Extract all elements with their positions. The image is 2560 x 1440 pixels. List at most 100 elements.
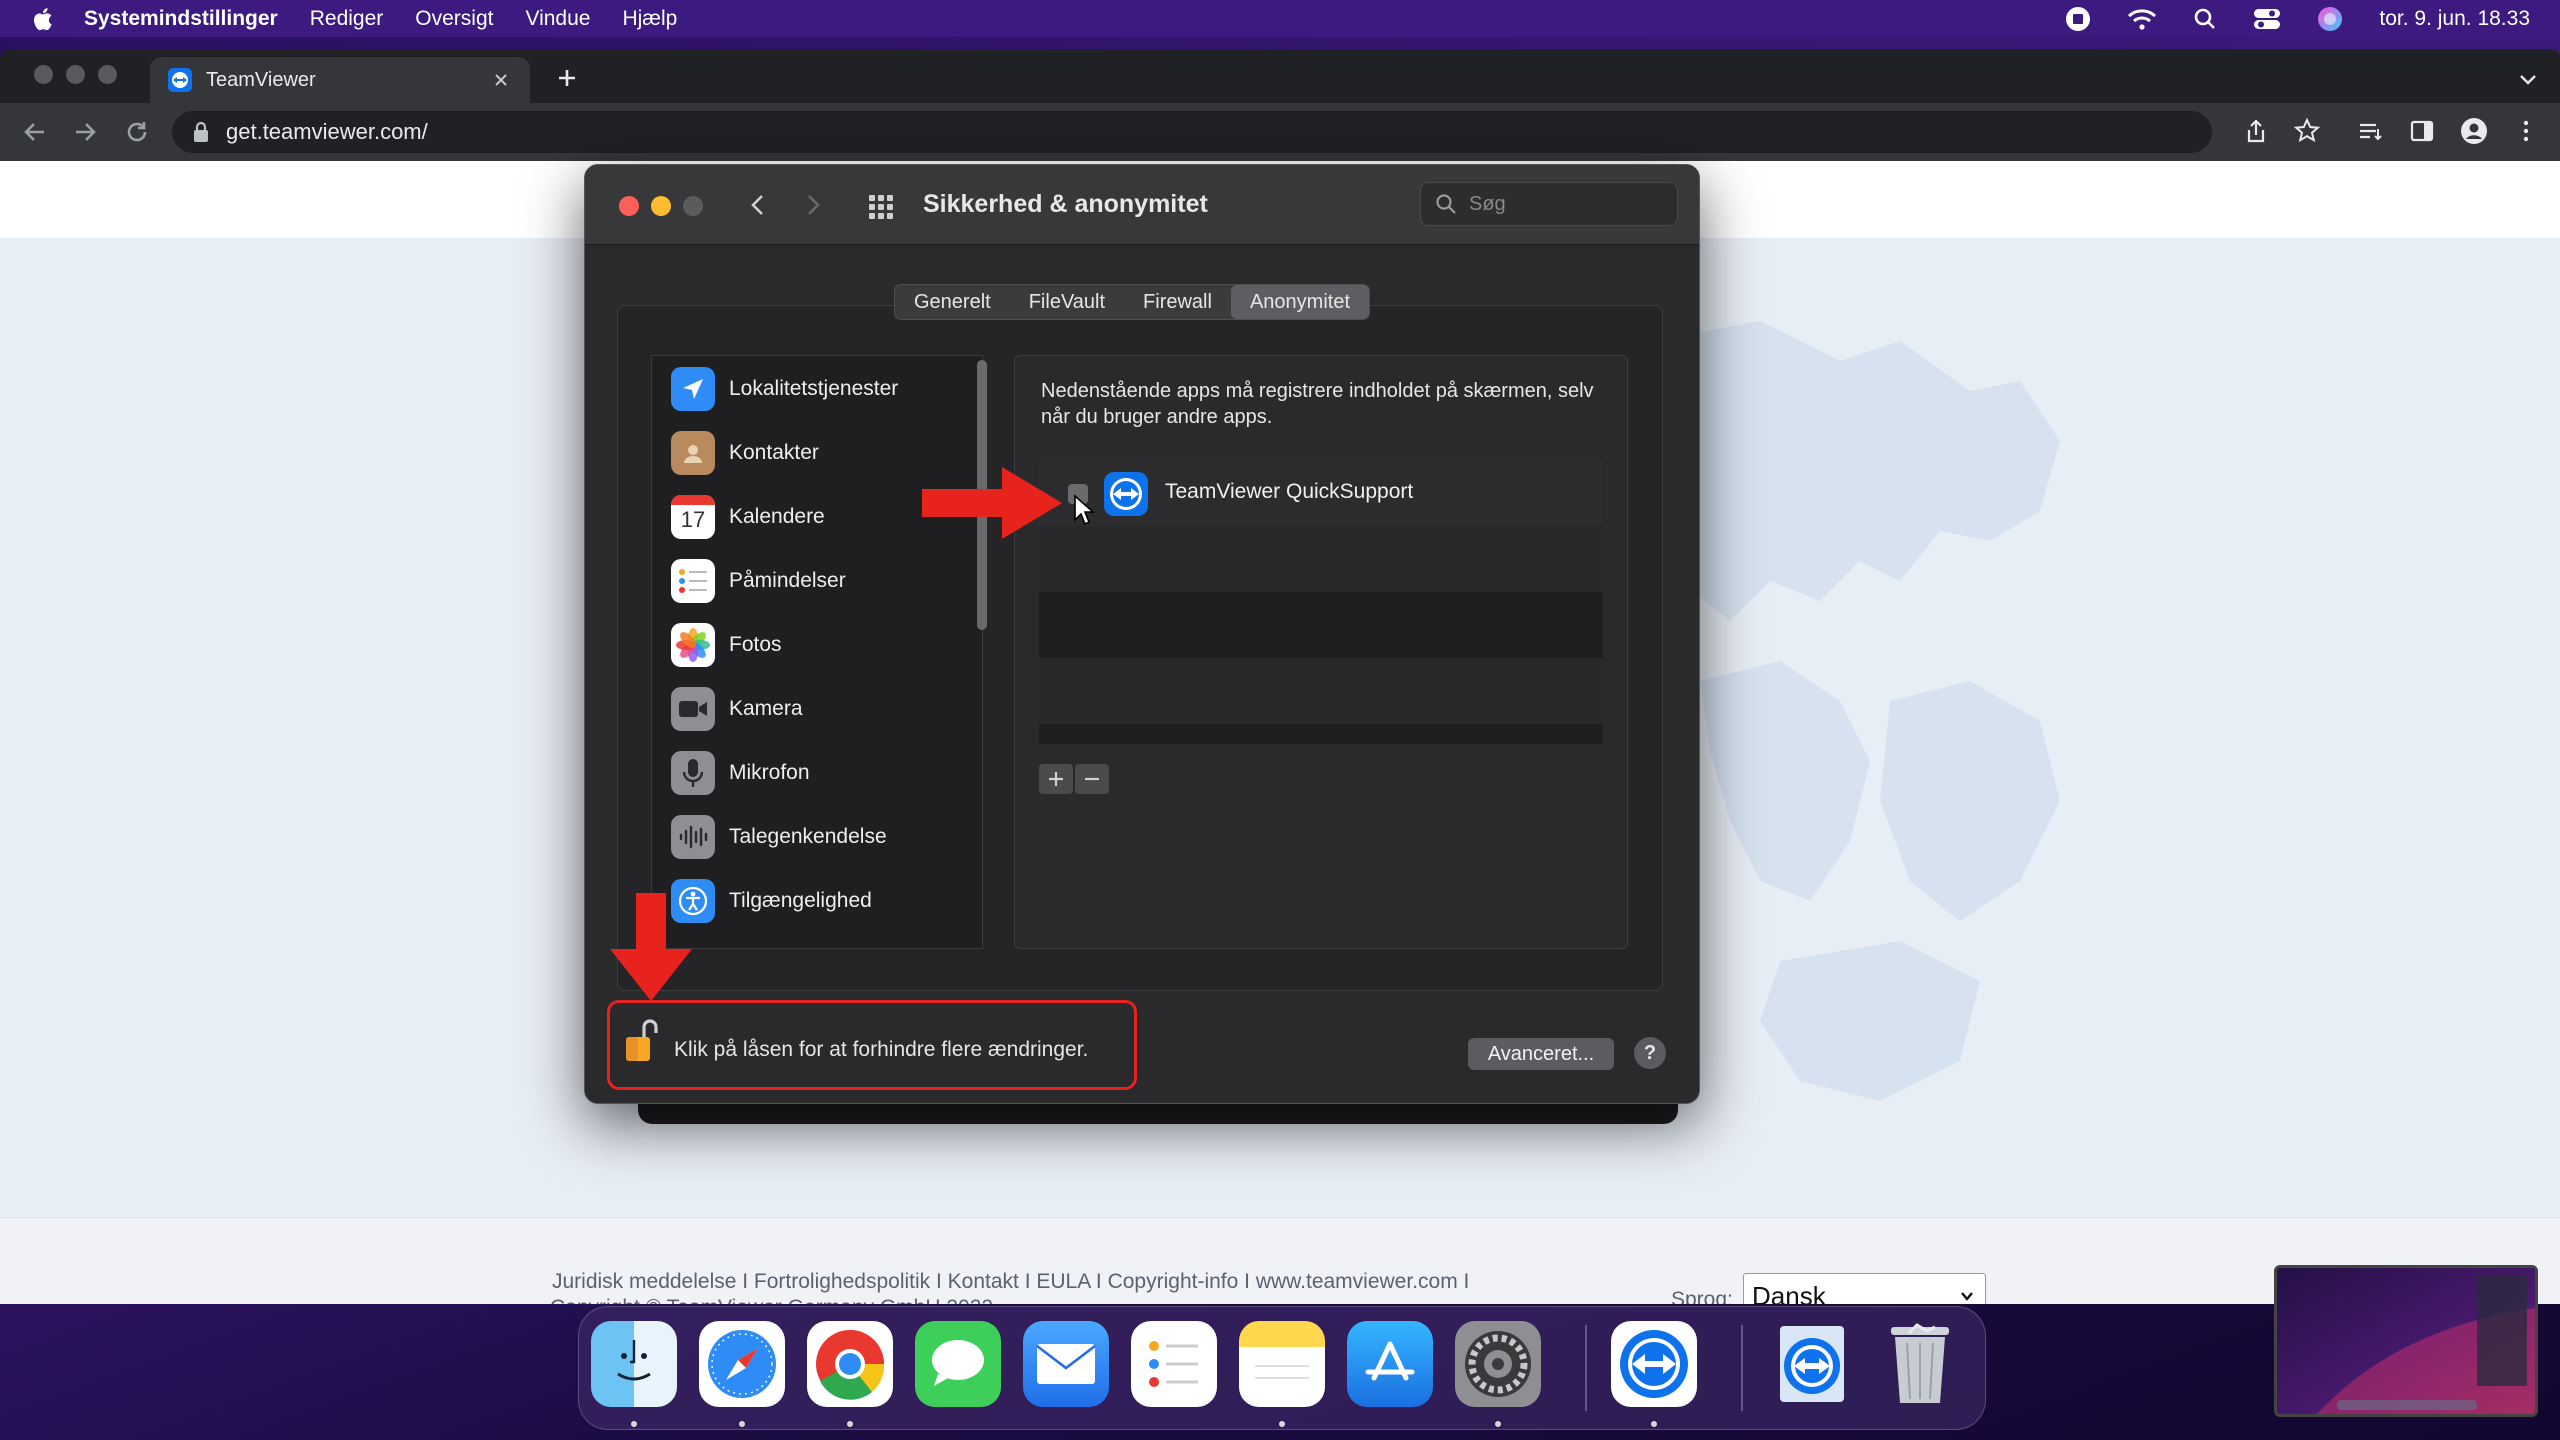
camera-icon (671, 687, 715, 731)
sidebar-item-camera[interactable]: Kamera (652, 679, 982, 739)
lock-icon[interactable] (192, 121, 210, 143)
mail-icon[interactable] (1023, 1321, 1109, 1407)
sidebar-item-speech-recognition[interactable]: Talegenkendelse (652, 807, 982, 867)
menu-edit[interactable]: Rediger (310, 7, 384, 31)
back-chevron-icon[interactable] (745, 191, 771, 219)
screen-record-icon[interactable] (2065, 6, 2091, 32)
menu-app-name[interactable]: Systemindstillinger (84, 7, 278, 31)
menu-window[interactable]: Vindue (525, 7, 590, 31)
forward-chevron-icon[interactable] (800, 191, 826, 219)
unlocked-padlock-icon[interactable] (624, 1017, 658, 1065)
screen-recording-panel: Nedenstående apps må registrere indholde… (1014, 355, 1628, 949)
panel-description: Nedenstående apps må registrere indholde… (1041, 380, 1594, 428)
messages-icon[interactable] (915, 1321, 1001, 1407)
browser-toolbar: get.teamviewer.com/ (0, 103, 2560, 161)
teamviewer-download-icon[interactable] (1769, 1321, 1855, 1407)
reminders-icon (671, 559, 715, 603)
url-text: get.teamviewer.com/ (226, 119, 428, 144)
sidebar-item-label: Tilgængelighed (729, 889, 872, 912)
siri-icon[interactable] (2317, 6, 2343, 32)
tab-privacy[interactable]: Anonymitet (1230, 285, 1370, 319)
spotlight-search-icon[interactable] (2193, 7, 2217, 31)
add-remove-controls (1039, 764, 1109, 794)
sidebar-item-label: Mikrofon (729, 761, 810, 784)
tab-general[interactable]: Generelt (895, 285, 1010, 319)
system-preferences-icon[interactable] (1455, 1321, 1541, 1407)
window-minimize-dim[interactable] (66, 65, 85, 84)
app-name: TeamViewer QuickSupport (1165, 480, 1414, 503)
footer-links[interactable]: Juridisk meddelelse I Fortrolighedspolit… (552, 1270, 1469, 1294)
contacts-icon (671, 431, 715, 475)
sidebar-item-accessibility[interactable]: Tilgængelighed (652, 871, 982, 931)
window-close-button[interactable] (619, 196, 639, 216)
side-panel-icon[interactable] (2408, 117, 2436, 145)
sidebar-item-photos[interactable]: Fotos (652, 615, 982, 675)
remove-app-button[interactable] (1075, 764, 1109, 794)
window-zoom-button[interactable] (683, 196, 703, 216)
menu-view[interactable]: Oversigt (415, 7, 493, 31)
app-list: TeamViewer QuickSupport (1039, 460, 1603, 744)
tab-teamviewer[interactable]: TeamViewer (150, 57, 530, 103)
app-row[interactable]: TeamViewer QuickSupport (1039, 460, 1603, 526)
safari-icon[interactable] (699, 1321, 785, 1407)
sidebar-item-label: Kontakter (729, 441, 819, 464)
bookmark-star-icon[interactable] (2293, 117, 2321, 145)
security-privacy-window: Sikkerhed & anonymitet Søg Generelt File… (584, 164, 1700, 1104)
reading-list-icon[interactable] (2356, 117, 2384, 145)
chevron-down-icon (1961, 1292, 1973, 1301)
reload-icon[interactable] (122, 117, 152, 147)
tab-strip: TeamViewer (0, 49, 2560, 103)
prefs-search-field[interactable]: Søg (1420, 182, 1678, 226)
profile-avatar-icon[interactable] (2460, 117, 2488, 145)
window-close-dim[interactable] (34, 65, 53, 84)
help-button[interactable]: ? (1634, 1037, 1666, 1069)
advanced-button[interactable]: Avanceret... (1468, 1038, 1614, 1070)
sidebar-item-reminders[interactable]: Påmindelser (652, 551, 982, 611)
screenshot-thumbnail[interactable] (2274, 1265, 2538, 1417)
language-select[interactable]: Dansk (1743, 1273, 1986, 1304)
teamviewer-quicksupport-dock-icon[interactable] (1611, 1321, 1697, 1407)
show-all-grid-icon[interactable] (867, 193, 895, 221)
add-app-button[interactable] (1039, 764, 1073, 794)
finder-icon[interactable] (591, 1321, 677, 1407)
sidebar-item-location-services[interactable]: Lokalitetstjenester (652, 359, 982, 419)
lock-highlight-box: Klik på låsen for at forhindre flere ænd… (607, 1000, 1137, 1090)
app-store-icon[interactable] (1347, 1321, 1433, 1407)
control-center-icon[interactable] (2253, 8, 2281, 30)
apple-logo-icon[interactable] (30, 6, 54, 32)
sidebar-item-microphone[interactable]: Mikrofon (652, 743, 982, 803)
privacy-category-list[interactable]: Lokalitetstjenester Kontakter 17 Kalende… (651, 355, 983, 949)
tab-firewall[interactable]: Firewall (1124, 285, 1231, 319)
minus-icon (1085, 777, 1099, 781)
search-placeholder: Søg (1469, 192, 1506, 215)
running-indicator (1495, 1421, 1501, 1427)
window-titlebar: Sikkerhed & anonymitet Søg (585, 165, 1699, 245)
menu-clock[interactable]: tor. 9. jun. 18.33 (2379, 7, 2530, 31)
trash-icon[interactable] (1877, 1321, 1963, 1407)
wallpaper-preview-graphic (2277, 1268, 2535, 1414)
wifi-icon[interactable] (2127, 7, 2157, 31)
dock (578, 1306, 1986, 1430)
address-bar[interactable]: get.teamviewer.com/ (172, 111, 2212, 153)
notes-icon[interactable] (1239, 1321, 1325, 1407)
photos-icon (671, 623, 715, 667)
forward-arrow-icon[interactable] (70, 117, 100, 147)
empty-row (1039, 526, 1603, 592)
empty-row (1039, 658, 1603, 724)
reminders-app-icon[interactable] (1131, 1321, 1217, 1407)
window-zoom-dim[interactable] (98, 65, 117, 84)
chrome-icon[interactable] (807, 1321, 893, 1407)
kebab-menu-icon[interactable] (2512, 117, 2540, 145)
share-icon[interactable] (2242, 117, 2270, 145)
tab-filevault[interactable]: FileVault (1010, 285, 1124, 319)
back-arrow-icon[interactable] (20, 117, 50, 147)
menu-help[interactable]: Hjælp (622, 7, 677, 31)
running-indicator (1279, 1421, 1285, 1427)
window-minimize-button[interactable] (651, 196, 671, 216)
tab-close-icon[interactable] (490, 69, 512, 91)
microphone-icon (671, 751, 715, 795)
new-tab-icon[interactable] (552, 63, 582, 93)
teamviewer-favicon-icon (168, 68, 192, 92)
world-map-graphic (1650, 321, 2060, 1101)
tab-search-chevron-icon[interactable] (2516, 67, 2540, 91)
